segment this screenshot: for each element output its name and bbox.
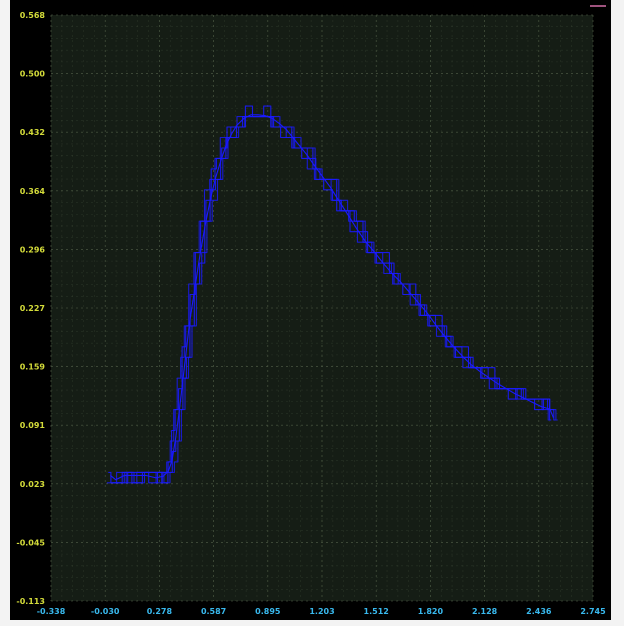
y-tick-label: -0.113	[16, 597, 45, 606]
x-tick-label: 0.587	[201, 607, 226, 616]
x-tick-label: -0.030	[91, 607, 120, 616]
y-tick-label: 0.568	[20, 11, 46, 20]
y-axis: 0.568 0.500 0.432 0.364 0.296 0.227 0.159 0.091…	[16, 11, 45, 606]
x-tick-label: 0.278	[147, 607, 173, 616]
x-tick-label: 1.203	[309, 607, 334, 616]
x-tick-label: 2.436	[526, 607, 552, 616]
x-tick-label: 2.128	[472, 607, 498, 616]
y-tick-label: 0.159	[20, 363, 46, 372]
x-tick-label: -0.338	[37, 607, 66, 616]
y-tick-label: 0.500	[20, 70, 46, 79]
chart-frame: 0.568 0.500 0.432 0.364 0.296 0.227 0.159 0.091…	[10, 0, 611, 620]
x-tick-label: 2.745	[580, 607, 606, 616]
y-tick-label: 0.023	[20, 480, 45, 489]
x-axis: -0.338 -0.030 0.278 0.587 0.895 1.203 1.512 1.8…	[37, 607, 606, 616]
x-tick-label: 0.895	[255, 607, 281, 616]
y-tick-label: 0.091	[20, 421, 46, 430]
line-chart: 0.568 0.500 0.432 0.364 0.296 0.227 0.159 0.091…	[16, 5, 606, 616]
y-tick-label: 0.296	[20, 245, 46, 254]
y-tick-label: -0.045	[16, 538, 45, 547]
y-tick-label: 0.364	[20, 187, 46, 196]
x-tick-label: 1.820	[418, 607, 444, 616]
y-tick-label: 0.227	[20, 304, 45, 313]
y-tick-label: 0.432	[20, 128, 45, 137]
x-tick-label: 1.512	[364, 607, 389, 616]
